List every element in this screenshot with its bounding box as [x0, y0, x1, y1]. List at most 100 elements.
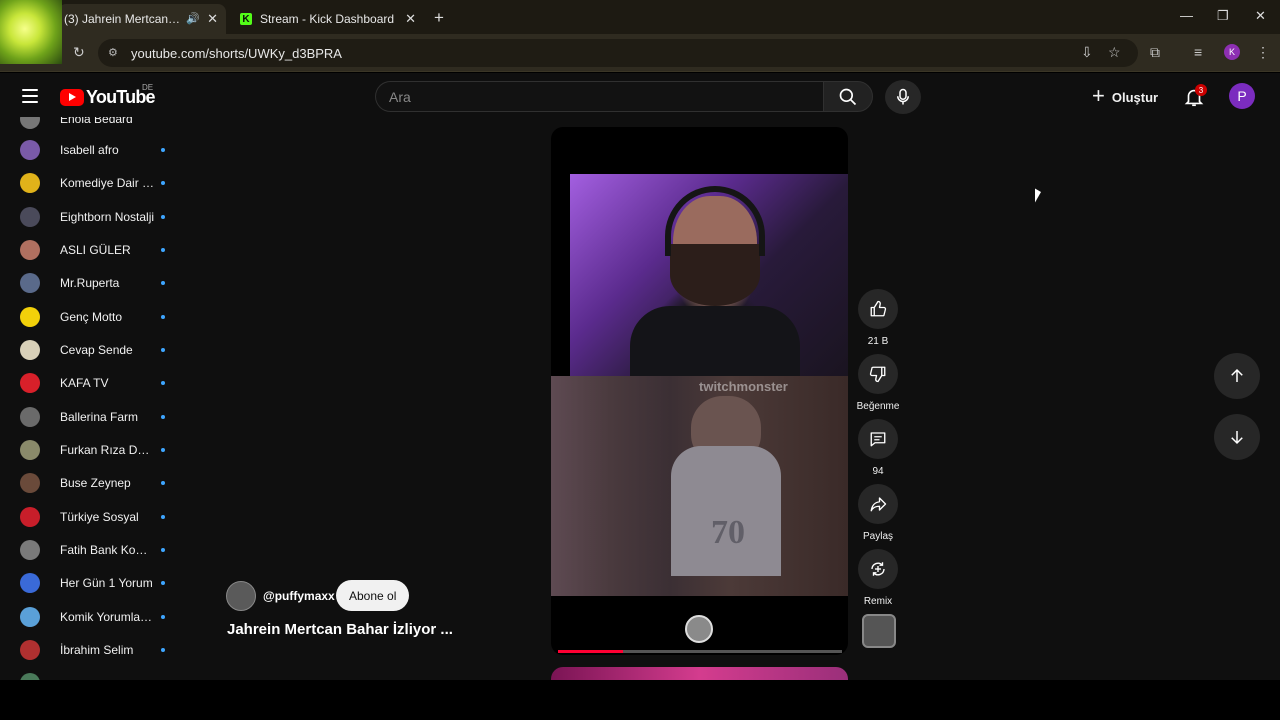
- channel-name: Ballerina Farm: [60, 410, 139, 424]
- kick-icon: K: [240, 13, 252, 25]
- dislike-action[interactable]: Beğenme: [857, 354, 899, 412]
- progress-fill: [558, 650, 624, 653]
- short-title[interactable]: Jahrein Mertcan Bahar İzliyor ...: [227, 621, 472, 638]
- create-button[interactable]: + Oluştur: [1092, 83, 1158, 111]
- sidebar-subscription[interactable]: Isabell afro: [20, 139, 180, 161]
- restore-icon[interactable]: ❐: [1217, 8, 1229, 24]
- site-info-icon[interactable]: ⚙: [108, 46, 122, 60]
- extensions-icon[interactable]: ⧉: [1150, 44, 1160, 61]
- new-content-dot: [161, 148, 165, 152]
- channel-avatar[interactable]: [226, 581, 256, 611]
- new-content-dot: [161, 348, 165, 352]
- channel-name: Furkan Rıza Dem...: [60, 443, 156, 457]
- sidebar-subscription[interactable]: Buse Zeynep: [20, 472, 180, 494]
- comment-button[interactable]: [858, 419, 898, 459]
- browser-tabbar: (3) Jahrein Mertcan Bahar İz 🔊 ✕ K Strea…: [0, 0, 1280, 64]
- comment-action[interactable]: 94: [858, 419, 898, 477]
- share-action[interactable]: Paylaş: [858, 484, 898, 542]
- channel-avatar: [20, 307, 40, 327]
- new-content-dot: [161, 615, 165, 619]
- bottom-letterbox: [0, 680, 1280, 720]
- channel-avatar: [20, 407, 40, 427]
- subscribe-button[interactable]: Abone ol: [336, 580, 410, 611]
- channel-avatar: [20, 273, 40, 293]
- media-control-icon[interactable]: ≡: [1194, 44, 1202, 60]
- new-tab-icon[interactable]: +: [434, 8, 444, 28]
- close-window-icon[interactable]: ✕: [1255, 8, 1266, 24]
- channel-avatar: [20, 173, 40, 193]
- channel-avatar: [20, 673, 40, 680]
- next-short-preview[interactable]: [551, 667, 848, 680]
- remix-action[interactable]: Remix: [858, 549, 898, 607]
- sidebar-subscription[interactable]: Cevap Sende: [20, 339, 180, 361]
- sidebar-subscription[interactable]: Enola Bedard: [20, 117, 180, 130]
- remix-button[interactable]: [858, 549, 898, 589]
- sidebar-subscription[interactable]: Fatih Bank Komb...: [20, 539, 180, 561]
- dislike-icon: [869, 366, 886, 383]
- channel-handle[interactable]: @puffymaxx: [263, 589, 335, 603]
- new-content-dot: [161, 448, 165, 452]
- browser-profile-avatar[interactable]: K: [1224, 44, 1240, 60]
- sidebar-subscription[interactable]: Genç Motto: [20, 306, 180, 328]
- sidebar-subscription[interactable]: Eightborn Nostalji: [20, 206, 180, 228]
- channel-avatar: [20, 507, 40, 527]
- channel-name: Isabell afro: [60, 143, 119, 157]
- sidebar-subscription[interactable]: Furkan Rıza Dem...: [20, 439, 180, 461]
- install-icon[interactable]: ⇩: [1081, 44, 1093, 61]
- dislike-label: Beğenme: [856, 401, 900, 412]
- comment-icon: [870, 432, 886, 447]
- share-label: Paylaş: [862, 531, 893, 542]
- sidebar-subscription[interactable]: Türkiye Sosyal: [20, 506, 180, 528]
- bookmark-star-icon[interactable]: ☆: [1108, 44, 1121, 61]
- remix-icon: [871, 562, 885, 576]
- sidebar-subscription[interactable]: ASLI GÜLER: [20, 239, 180, 261]
- voice-search-button[interactable]: [885, 80, 921, 114]
- channel-name: Türkiye Sosyal: [60, 510, 139, 524]
- channel-avatar: [20, 573, 40, 593]
- channel-avatar: [20, 140, 40, 160]
- create-label: Oluştur: [1111, 89, 1159, 105]
- next-short-button[interactable]: [1214, 414, 1260, 460]
- sound-thumbnail[interactable]: [862, 614, 896, 648]
- sidebar-subscription[interactable]: Komik Yorumları...: [20, 606, 180, 628]
- tab-youtube-short[interactable]: (3) Jahrein Mertcan Bahar İz 🔊 ✕: [58, 4, 226, 34]
- like-action[interactable]: 21 B: [858, 289, 898, 347]
- previous-short-button[interactable]: [1214, 353, 1260, 399]
- tab-kick-dashboard[interactable]: K Stream - Kick Dashboard ✕: [234, 4, 424, 34]
- video-progress-bar[interactable]: [558, 650, 842, 653]
- account-avatar[interactable]: P: [1229, 83, 1255, 109]
- minimize-icon[interactable]: —: [1180, 8, 1193, 23]
- youtube-logo[interactable]: YouTube DE: [60, 83, 156, 108]
- channel-name: Genç Motto: [60, 310, 123, 324]
- sidebar-subscription[interactable]: KAFA TV: [20, 372, 180, 394]
- more-menu-icon[interactable]: ⋮: [1256, 44, 1270, 61]
- arrow-up-icon: [1231, 368, 1243, 382]
- close-tab-icon[interactable]: ✕: [405, 11, 416, 27]
- dislike-button[interactable]: [858, 354, 898, 394]
- sidebar-subscription[interactable]: [20, 672, 180, 680]
- channel-avatar: [20, 117, 40, 129]
- sidebar-subscription[interactable]: Ballerina Farm: [20, 406, 180, 428]
- search-input[interactable]: [375, 81, 823, 112]
- sidebar-subscription[interactable]: İbrahim Selim: [20, 639, 180, 661]
- sidebar-subscription[interactable]: Her Gün 1 Yorum: [20, 572, 180, 594]
- close-tab-icon[interactable]: ✕: [207, 11, 218, 27]
- headset: [665, 186, 765, 256]
- reload-icon[interactable]: ↻: [73, 44, 85, 61]
- mic-icon: [897, 88, 909, 105]
- search-button[interactable]: [823, 81, 873, 112]
- hamburger-icon[interactable]: [22, 89, 38, 103]
- channel-avatar: [20, 207, 40, 227]
- short-video-player[interactable]: twitchmonster 70: [551, 127, 848, 655]
- new-content-dot: [161, 181, 165, 185]
- sidebar-subscription[interactable]: Komediye Dair H...: [20, 172, 180, 194]
- sidebar-subscription[interactable]: Mr.Ruperta: [20, 272, 180, 294]
- channel-avatar: [20, 240, 40, 260]
- address-bar[interactable]: ⚙ youtube.com/shorts/UWKy_d3BPRA: [98, 39, 1138, 67]
- speaker-icon[interactable]: 🔊: [186, 12, 200, 25]
- like-button[interactable]: [858, 289, 898, 329]
- new-content-dot: [161, 548, 165, 552]
- url-text[interactable]: youtube.com/shorts/UWKy_d3BPRA: [131, 46, 342, 61]
- share-button[interactable]: [858, 484, 898, 524]
- streamer-webcam: [570, 174, 848, 386]
